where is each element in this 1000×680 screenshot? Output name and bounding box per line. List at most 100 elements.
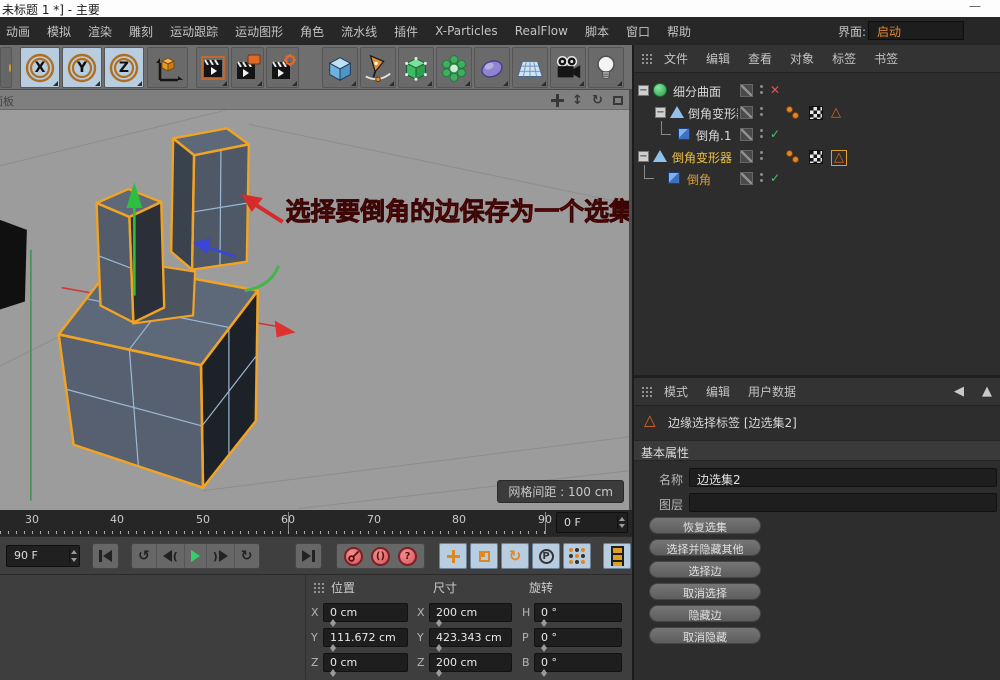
deselect-button[interactable]: 取消选择 xyxy=(649,583,761,600)
goto-end-button[interactable] xyxy=(296,544,321,568)
pla-filmstrip-toggle[interactable] xyxy=(603,543,631,569)
menu-item-character[interactable]: 角色 xyxy=(300,23,324,40)
size-x-field[interactable]: 200 cm xyxy=(429,603,512,622)
am-menu-mode[interactable]: 模式 xyxy=(664,383,688,400)
coordinate-system-button[interactable] xyxy=(147,47,188,88)
om-menu-edit[interactable]: 编辑 xyxy=(706,50,730,67)
lock-y-axis-button[interactable]: Y xyxy=(62,47,102,88)
layer-field[interactable] xyxy=(689,493,997,512)
menu-item-xparticles[interactable]: X-Particles xyxy=(435,24,498,38)
autokey-button[interactable]: () xyxy=(371,547,390,566)
object-name-selected[interactable]: 倒角变形器 xyxy=(672,149,732,166)
render-to-picture-viewer-button[interactable] xyxy=(231,47,264,88)
menu-item-animation[interactable]: 动画 xyxy=(6,23,30,40)
light-object-button[interactable] xyxy=(588,47,624,88)
menu-item-render[interactable]: 渲染 xyxy=(88,23,112,40)
end-frame-field[interactable]: 90 F xyxy=(6,545,80,567)
viewport-panel-menu[interactable]: 面板 xyxy=(0,93,14,109)
menu-item-sculpt[interactable]: 雕刻 xyxy=(129,23,153,40)
view-toggle-icon[interactable] xyxy=(610,93,625,108)
om-menu-view[interactable]: 查看 xyxy=(748,50,772,67)
history-back-icon[interactable]: ◀ xyxy=(954,384,964,399)
key-rotation-toggle[interactable]: ↻ xyxy=(501,543,529,569)
panel-handle-icon[interactable] xyxy=(641,53,654,64)
pos-z-field[interactable]: 0 cm xyxy=(323,653,408,672)
om-menu-tag[interactable]: 标签 xyxy=(832,50,856,67)
disabled-state-icon[interactable]: ✕ xyxy=(770,83,780,97)
cursor-arrow-icon[interactable]: ▲ xyxy=(982,384,992,399)
object-name[interactable]: 倒角.1 xyxy=(696,127,731,144)
visibility-toggle-icon[interactable] xyxy=(740,150,753,163)
background-object[interactable] xyxy=(0,220,27,310)
expander-icon[interactable]: − xyxy=(638,151,649,162)
om-menu-bookmark[interactable]: 书签 xyxy=(874,50,898,67)
interface-select[interactable]: 启动 xyxy=(868,21,964,40)
floor-object-button[interactable] xyxy=(512,47,548,88)
visibility-toggle-icon[interactable] xyxy=(740,84,753,97)
goto-start-button[interactable] xyxy=(93,544,118,568)
partial-tool-button[interactable] xyxy=(0,47,12,88)
menu-item-motion-tracker[interactable]: 运动跟踪 xyxy=(170,23,218,40)
loop-backward-button[interactable]: ↺ xyxy=(132,544,157,568)
field-object-button[interactable] xyxy=(474,47,510,88)
visibility-toggle-icon[interactable] xyxy=(740,106,753,119)
visibility-dots-icon[interactable] xyxy=(760,129,763,138)
object-name[interactable]: 倒角变形器 xyxy=(688,105,738,122)
section-basic-properties[interactable]: 基本属性 xyxy=(634,440,1000,461)
panel-handle-icon[interactable] xyxy=(313,582,326,593)
minimize-button[interactable]: — xyxy=(962,0,988,13)
pos-y-field[interactable]: 111.672 cm xyxy=(323,628,408,647)
menu-item-mograph[interactable]: 运动图形 xyxy=(235,23,283,40)
model-middle-box[interactable] xyxy=(97,189,165,322)
pos-x-field[interactable]: 0 cm xyxy=(323,603,408,622)
select-edges-button[interactable]: 选择边 xyxy=(649,561,761,578)
menu-item-pipeline[interactable]: 流水线 xyxy=(341,23,377,40)
texture-tag-icon[interactable] xyxy=(809,106,823,120)
object-row-bevel-deformer-2-selected[interactable]: − 倒角变形器 △ xyxy=(634,146,1000,168)
key-position-toggle[interactable] xyxy=(439,543,467,569)
om-menu-file[interactable]: 文件 xyxy=(664,50,688,67)
record-keyframe-button[interactable] xyxy=(344,547,363,566)
subdivision-surface-button[interactable] xyxy=(398,47,434,88)
am-menu-edit[interactable]: 编辑 xyxy=(706,383,730,400)
edge-selection-tag-icon[interactable]: △ xyxy=(831,106,841,120)
menu-item-simulate[interactable]: 模拟 xyxy=(47,23,71,40)
visibility-dots-icon[interactable] xyxy=(760,173,763,182)
menu-item-help[interactable]: 帮助 xyxy=(667,23,691,40)
view-pan-icon[interactable] xyxy=(550,93,565,108)
visibility-dots-icon[interactable] xyxy=(760,85,763,94)
expander-icon[interactable]: − xyxy=(638,85,649,96)
menu-item-realflow[interactable]: RealFlow xyxy=(515,24,568,38)
object-row-bevel-deformer-1[interactable]: − 倒角变形器 △ xyxy=(634,102,1000,124)
name-input[interactable]: 边选集2 xyxy=(689,468,997,487)
menu-item-script[interactable]: 脚本 xyxy=(585,23,609,40)
key-parameter-toggle[interactable]: P xyxy=(532,543,560,569)
texture-tag-icon[interactable] xyxy=(809,150,823,164)
deformer-button[interactable] xyxy=(436,47,472,88)
visibility-toggle-icon[interactable] xyxy=(740,172,753,185)
enabled-state-icon[interactable]: ✓ xyxy=(770,127,780,141)
stepper-icon[interactable] xyxy=(617,516,625,529)
object-row-subdivision-surface[interactable]: − 细分曲面 ✕ xyxy=(634,80,1000,102)
restore-selection-button[interactable]: 恢复选集 xyxy=(649,517,761,534)
edge-selection-tag-icon-active[interactable]: △ xyxy=(831,150,847,166)
hide-edges-button[interactable]: 隐藏边 xyxy=(649,605,761,622)
loop-forward-button[interactable]: ↻ xyxy=(235,544,259,568)
add-primitive-cube-button[interactable] xyxy=(322,47,358,88)
play-button[interactable] xyxy=(185,544,207,568)
unhide-button[interactable]: 取消隐藏 xyxy=(649,627,761,644)
select-and-hide-others-button[interactable]: 选择并隐藏其他 xyxy=(649,539,761,556)
current-frame-field[interactable]: 0 F xyxy=(556,512,628,533)
key-scale-toggle[interactable] xyxy=(470,543,498,569)
size-y-field[interactable]: 423.343 cm xyxy=(429,628,512,647)
viewport-canvas[interactable]: 选择要倒角的边保存为一个选集 网格间距 : 100 cm xyxy=(0,110,629,509)
stepper-icon[interactable] xyxy=(69,549,77,563)
object-row-bevel-1[interactable]: 倒角.1 ✓ xyxy=(634,124,1000,146)
om-menu-object[interactable]: 对象 xyxy=(790,50,814,67)
rot-b-field[interactable]: 0 ° xyxy=(534,653,622,672)
render-settings-button[interactable] xyxy=(266,47,299,88)
am-menu-userdata[interactable]: 用户数据 xyxy=(748,383,796,400)
keyframe-selection-toggle[interactable] xyxy=(563,543,591,569)
size-z-field[interactable]: 200 cm xyxy=(429,653,512,672)
panel-handle-icon[interactable] xyxy=(641,386,654,397)
